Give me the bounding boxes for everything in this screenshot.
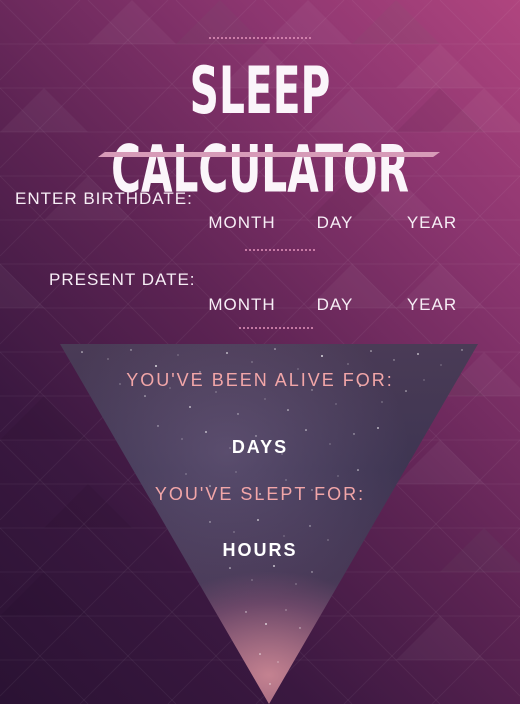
slept-duration-label: YOU'VE SLEPT FOR:	[154, 484, 366, 504]
title-underline	[98, 152, 440, 157]
present-date-label: PRESENT DATE:	[49, 270, 196, 289]
birth-day-input[interactable]	[300, 212, 370, 234]
present-day-input[interactable]	[300, 294, 370, 316]
top-dotted-divider	[208, 37, 312, 39]
present-date-divider	[238, 327, 314, 329]
alive-duration-label: YOU'VE BEEN ALIVE FOR:	[126, 370, 394, 390]
present-month-input[interactable]	[202, 294, 282, 316]
page-title: SLEEP CALCULATOR	[111, 52, 409, 208]
birthdate-divider	[244, 249, 316, 251]
birth-year-input[interactable]	[392, 212, 472, 234]
birth-month-input[interactable]	[202, 212, 282, 234]
results-triangle	[60, 344, 478, 704]
birthdate-label: ENTER BIRTHDATE:	[15, 189, 193, 208]
starfield-texture	[81, 348, 463, 685]
present-year-input[interactable]	[392, 294, 472, 316]
slept-hours-unit: HOURS	[222, 540, 298, 560]
alive-days-unit: DAYS	[231, 437, 289, 457]
